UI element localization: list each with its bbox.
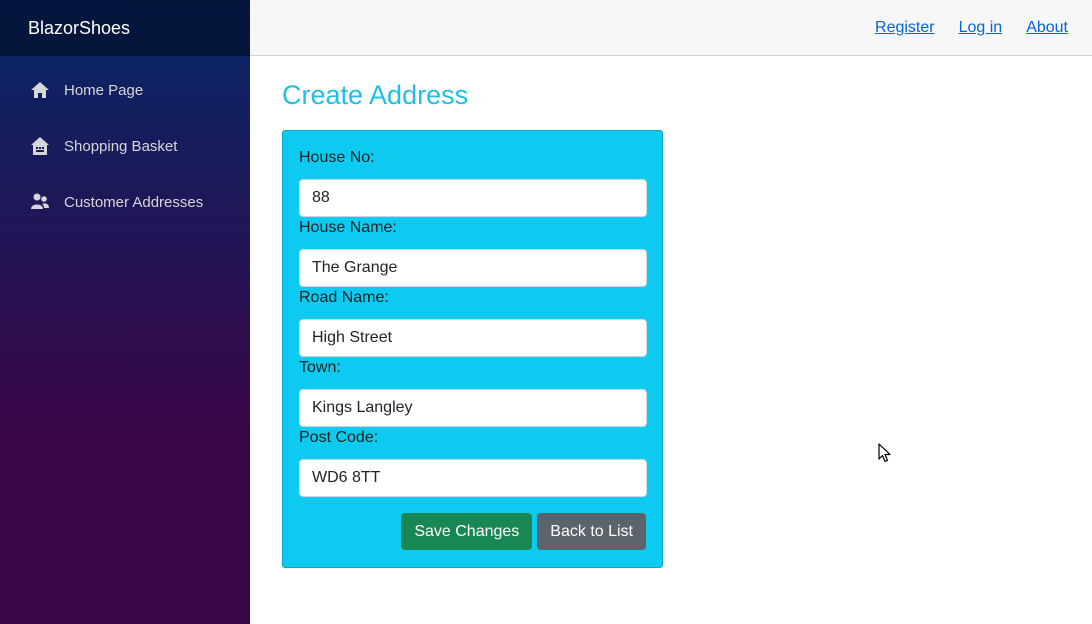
house-no-label: House No: bbox=[299, 149, 375, 166]
road-name-label: Road Name: bbox=[299, 289, 389, 306]
save-changes-button[interactable]: Save Changes bbox=[401, 513, 533, 550]
sidebar: BlazorShoes Home Page Shopping Basket Cu… bbox=[0, 0, 250, 624]
form-actions: Save Changes Back to List bbox=[401, 513, 646, 550]
house-name-input[interactable] bbox=[299, 249, 647, 287]
login-link[interactable]: Log in bbox=[959, 19, 1003, 37]
town-label: Town: bbox=[299, 359, 341, 376]
house-name-group: House Name: bbox=[299, 217, 647, 287]
post-code-input[interactable] bbox=[299, 459, 647, 497]
address-form: House No: House Name: Road Name: Town: P… bbox=[282, 130, 663, 568]
people-icon bbox=[30, 192, 50, 212]
sidebar-item-customer-addresses[interactable]: Customer Addresses bbox=[16, 178, 234, 226]
register-link[interactable]: Register bbox=[875, 19, 935, 37]
home-icon bbox=[30, 80, 50, 100]
mouse-cursor-icon bbox=[878, 443, 891, 463]
basket-icon bbox=[30, 136, 50, 156]
main-content: Create Address House No: House Name: Roa… bbox=[250, 56, 1092, 624]
sidebar-item-home[interactable]: Home Page bbox=[16, 66, 234, 114]
town-group: Town: bbox=[299, 357, 647, 427]
back-to-list-button[interactable]: Back to List bbox=[537, 513, 646, 550]
top-nav: Register Log in About bbox=[250, 0, 1092, 56]
sidebar-item-label: Shopping Basket bbox=[64, 137, 178, 155]
brand-link[interactable]: BlazorShoes bbox=[28, 18, 130, 39]
house-name-label: House Name: bbox=[299, 219, 397, 236]
house-no-group: House No: bbox=[299, 147, 647, 217]
brand-bar: BlazorShoes bbox=[0, 0, 250, 56]
road-name-group: Road Name: bbox=[299, 287, 647, 357]
house-no-input[interactable] bbox=[299, 179, 647, 217]
about-link[interactable]: About bbox=[1026, 19, 1068, 37]
sidebar-item-label: Home Page bbox=[64, 81, 144, 99]
post-code-group: Post Code: bbox=[299, 427, 647, 497]
road-name-input[interactable] bbox=[299, 319, 647, 357]
sidebar-nav: Home Page Shopping Basket Customer Addre… bbox=[0, 56, 250, 226]
town-input[interactable] bbox=[299, 389, 647, 427]
post-code-label: Post Code: bbox=[299, 429, 379, 446]
page-title: Create Address bbox=[282, 80, 469, 110]
sidebar-item-basket[interactable]: Shopping Basket bbox=[16, 122, 234, 170]
sidebar-item-label: Customer Addresses bbox=[64, 193, 204, 211]
